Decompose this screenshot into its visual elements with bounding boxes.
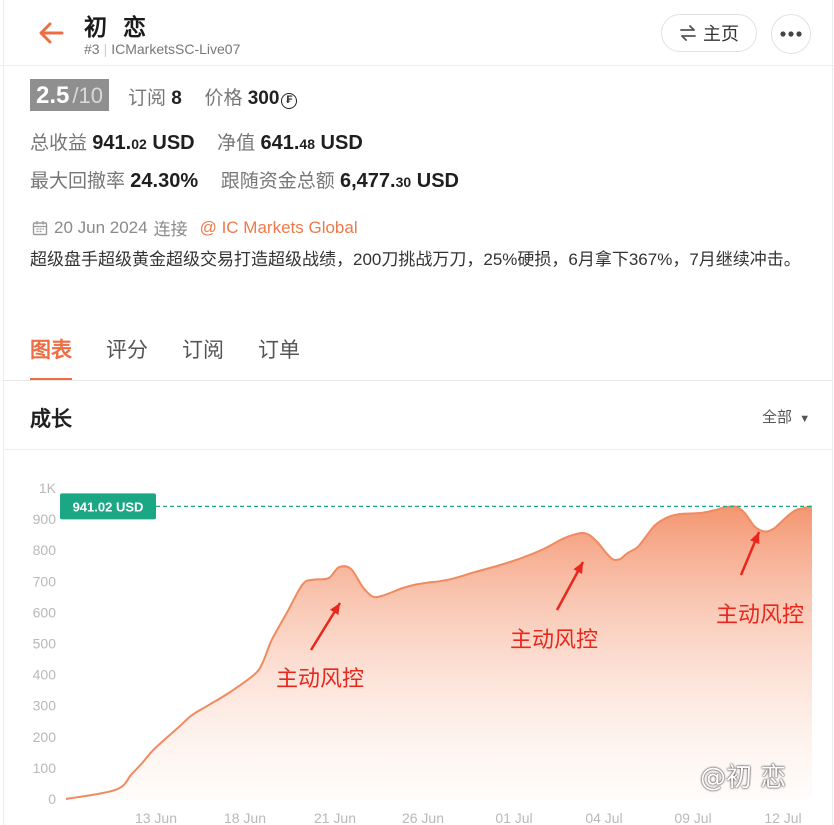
y-tick-label: 0 [48, 791, 56, 807]
annotation-risk-control-2: 主动风控 [510, 628, 599, 653]
y-tick-label: 900 [33, 511, 57, 527]
watermark: @初 恋 [700, 763, 787, 793]
tab-divider [3, 380, 833, 381]
calendar-icon [32, 220, 48, 235]
tab-chart[interactable]: 图表 [30, 334, 72, 381]
subtitle-divider: | [103, 41, 108, 57]
broker-link[interactable]: @ IC Markets Global [200, 218, 358, 238]
swap-icon [680, 25, 696, 41]
subs-value: 8 [171, 88, 182, 109]
follow-funds-label: 跟随资金总额 [220, 171, 335, 192]
current-value-label: 941.02 USD [73, 499, 144, 514]
rating-score: 2.5 [36, 82, 70, 109]
y-tick-label: 200 [33, 729, 57, 745]
tab-orders[interactable]: 订单 [258, 334, 300, 381]
y-tick-label: 400 [33, 667, 57, 683]
drawdown-label: 最大回撤率 [30, 171, 126, 192]
section-divider [3, 449, 833, 450]
growth-section-title: 成长 [30, 408, 72, 431]
current-value-badge: 941.02 USD [60, 493, 156, 520]
account-server: ICMarketsSC-Live07 [111, 41, 241, 57]
rank-label: #3 [84, 41, 100, 57]
y-tick-label: 600 [33, 604, 57, 620]
connection-date: 20 Jun 2024 [54, 217, 148, 237]
coin-icon: ₣ [281, 93, 298, 109]
x-tick-label: 21 Jun [314, 810, 356, 825]
x-tick-label: 01 Jul [495, 810, 532, 825]
x-tick-label: 13 Jun [135, 810, 177, 825]
y-tick-label: 800 [33, 542, 57, 558]
y-tick-label: 1K [39, 480, 57, 496]
y-tick-label: 500 [33, 636, 57, 652]
drawdown-follow-row: 最大回撤率 24.30% 跟随资金总额 6,477.30 USD [30, 166, 459, 193]
more-dots-icon [780, 31, 802, 37]
equity-value: 641.48 USD [260, 132, 363, 154]
profit-label: 总收益 [30, 133, 88, 154]
range-selected: 全部 [762, 409, 793, 426]
y-tick-label: 300 [33, 698, 57, 714]
profit-value: 941.02 USD [92, 132, 195, 154]
x-tick-label: 12 Jul [764, 810, 801, 825]
page-title: 初 恋 [84, 15, 151, 41]
growth-area [66, 506, 812, 799]
follow-funds-value: 6,477.30 USD [340, 170, 459, 192]
profit-equity-row: 总收益 941.02 USD 净值 641.48 USD [30, 128, 363, 155]
home-button-label: 主页 [703, 24, 739, 44]
annotation-risk-control-1: 主动风控 [276, 667, 365, 692]
more-options-button[interactable] [771, 14, 811, 54]
y-tick-label: 100 [33, 760, 57, 776]
x-tick-label: 09 Jul [674, 810, 711, 825]
back-arrow-icon[interactable] [36, 18, 66, 48]
x-tick-label: 26 Jun [402, 810, 444, 825]
price-value: 300 [247, 88, 280, 109]
x-tick-label: 04 Jul [585, 810, 622, 825]
tab-rating[interactable]: 评分 [106, 334, 148, 381]
x-tick-label: 18 Jun [224, 810, 266, 825]
annotation-risk-control-3: 主动风控 [716, 603, 805, 628]
home-button[interactable]: 主页 [661, 14, 757, 52]
tab-subscribe[interactable]: 订阅 [182, 334, 224, 381]
subs-label: 订阅 [128, 88, 167, 109]
rating-max: /10 [72, 83, 103, 108]
tab-bar: 图表 评分 订阅 订单 [30, 334, 300, 381]
rating-badge: 2.5 /10 [30, 79, 109, 111]
y-tick-label: 700 [33, 573, 57, 589]
equity-label: 净值 [217, 133, 256, 154]
strategy-description: 超级盘手超级黄金超级交易打造超级战绩，200刀挑战万刀，25%硬损，6月拿下36… [30, 250, 801, 269]
price-label: 价格 [204, 88, 243, 109]
header: 初 恋 #3 | ICMarketsSC-Live07 主页 [0, 0, 834, 66]
account-subtitle: #3 | ICMarketsSC-Live07 [84, 41, 240, 57]
connection-label: 连接 [153, 220, 188, 239]
range-dropdown[interactable]: 全部 ▼ [762, 406, 810, 427]
caret-down-icon: ▼ [799, 413, 811, 425]
subscription-price-row: 订阅 8 价格 300 ₣ [128, 83, 298, 110]
connection-info: 20 Jun 2024 连接 @ IC Markets Global [32, 215, 358, 240]
drawdown-value: 24.30% [130, 170, 199, 192]
